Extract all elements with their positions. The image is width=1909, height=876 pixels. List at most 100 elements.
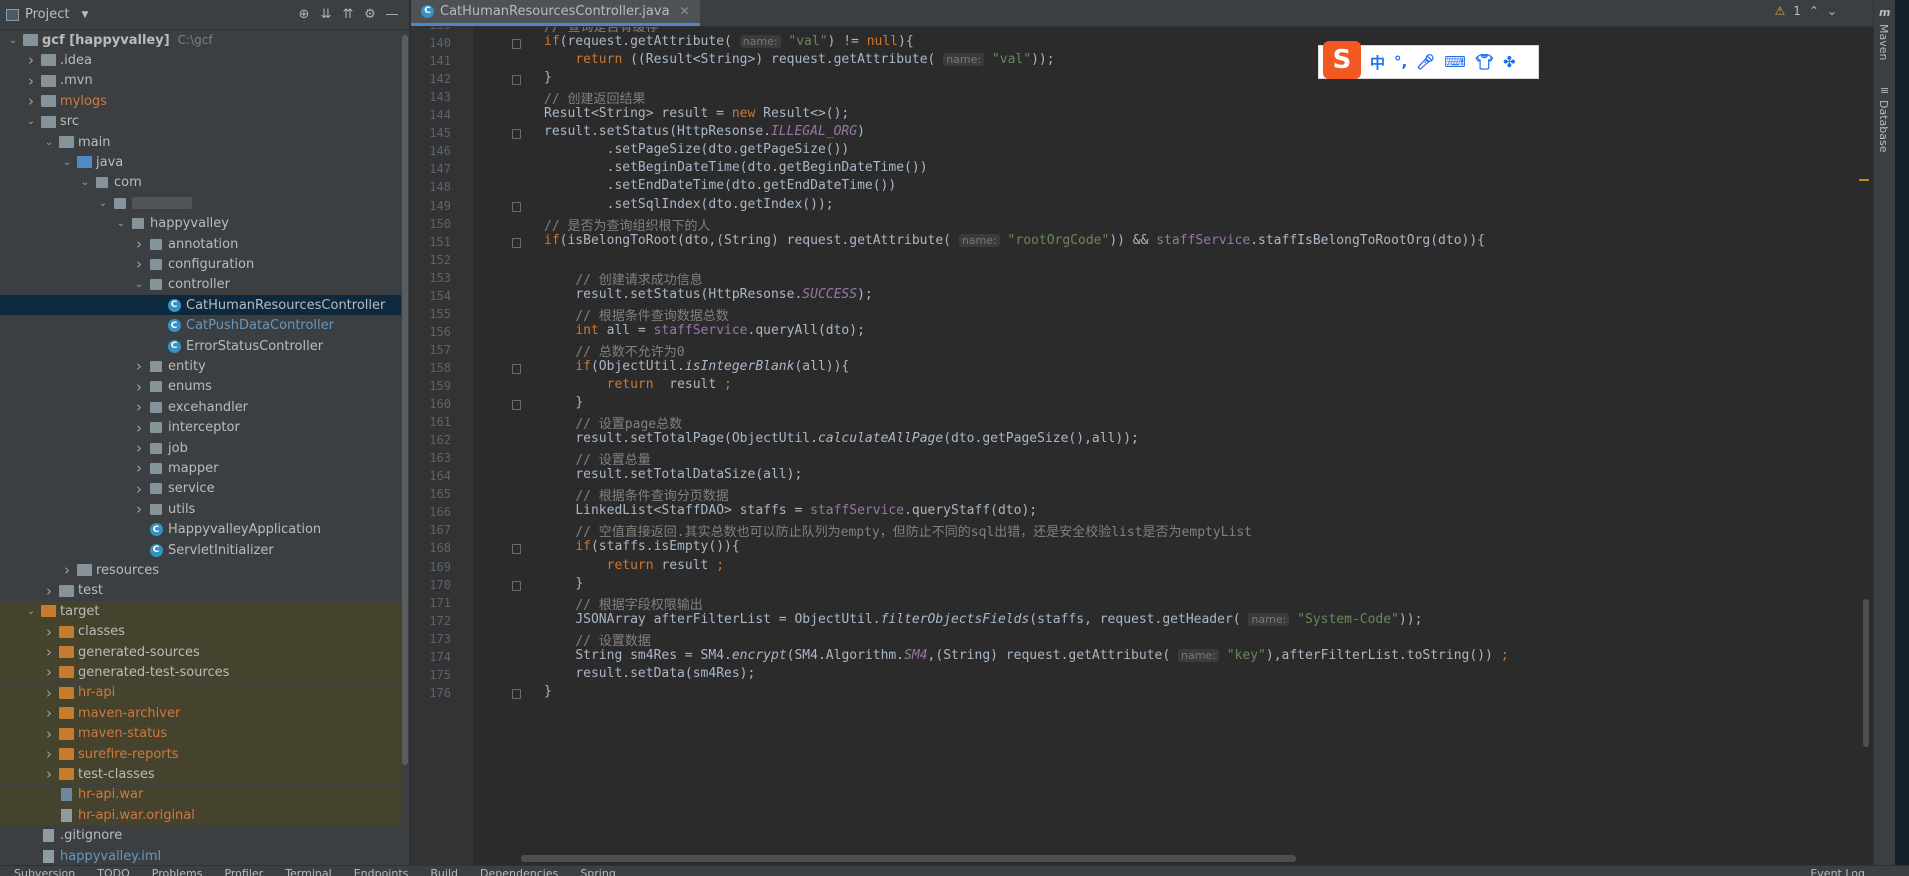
chevron-right-icon[interactable]: › — [132, 378, 146, 396]
tree-item[interactable]: ⌄ controller — [0, 275, 409, 295]
chevron-down-icon[interactable]: ⌄ — [78, 177, 92, 188]
fold-marker-icon[interactable] — [512, 400, 521, 411]
tree-item[interactable]: › mapper — [0, 458, 409, 478]
chevron-down-icon[interactable]: ⌄ — [42, 137, 56, 148]
fold-marker-icon[interactable] — [512, 129, 521, 140]
code-view[interactable]: 139// 查询是否有缓存140if(request.getAttribute(… — [411, 27, 1873, 865]
maven-m-icon[interactable]: m — [1879, 6, 1890, 19]
inspection-widget[interactable]: ⚠ 1 ⌃ ⌄ — [1774, 4, 1837, 18]
chevron-right-icon[interactable]: › — [132, 480, 146, 498]
chevron-down-icon[interactable]: ⌄ — [24, 116, 38, 127]
chevron-down-icon[interactable]: ⌄ — [1827, 4, 1837, 18]
tree-item[interactable]: C ServletInitializer — [0, 540, 409, 560]
tool-window-button[interactable]: Spring — [580, 867, 616, 876]
tree-item[interactable]: › generated-test-sources — [0, 662, 409, 683]
tree-item[interactable]: › enums — [0, 377, 409, 397]
project-view-selector[interactable]: Project ▼ — [6, 7, 88, 22]
tree-item[interactable]: hr-api.war.original — [0, 805, 409, 826]
chevron-right-icon[interactable]: › — [42, 704, 56, 722]
locate-file-icon[interactable]: ⊕ — [293, 4, 315, 26]
tree-item[interactable]: › excehandler — [0, 397, 409, 417]
tree-item[interactable]: › hr-api — [0, 682, 409, 703]
chevron-right-icon[interactable]: › — [42, 745, 56, 763]
chevron-right-icon[interactable]: › — [42, 725, 56, 743]
tool-window-button[interactable]: Problems — [152, 867, 203, 876]
chevron-down-icon[interactable]: ⌄ — [6, 35, 20, 46]
chevron-right-icon[interactable]: › — [132, 235, 146, 253]
fold-marker-icon[interactable] — [512, 688, 521, 699]
tool-window-button[interactable]: Build — [430, 867, 458, 876]
chevron-right-icon[interactable]: › — [24, 92, 38, 110]
tree-item[interactable]: .gitignore — [0, 826, 409, 846]
collapse-all-icon[interactable]: ⇈ — [337, 4, 359, 26]
tree-item[interactable]: › mylogs — [0, 91, 409, 111]
tree-item[interactable]: › .mvn — [0, 71, 409, 91]
chevron-up-icon[interactable]: ⌃ — [1809, 4, 1819, 18]
chevron-right-icon[interactable]: › — [42, 684, 56, 702]
chevron-down-icon[interactable]: ⌄ — [132, 279, 146, 290]
tree-item[interactable]: ⌄ src — [0, 112, 409, 132]
project-tree-scrollbar[interactable] — [401, 30, 409, 835]
fold-marker-icon[interactable] — [512, 75, 521, 86]
fold-marker-icon[interactable] — [512, 39, 521, 50]
tree-item[interactable]: ⌄ — [0, 193, 409, 213]
close-icon[interactable]: ✕ — [680, 4, 690, 18]
tree-item[interactable]: hr-api.war — [0, 784, 409, 805]
tool-window-button[interactable]: Dependencies — [480, 867, 558, 876]
tree-item[interactable]: ⌄ java — [0, 152, 409, 172]
chevron-right-icon[interactable]: › — [42, 643, 56, 661]
tree-item[interactable]: ⌄ gcf [happyvalley] C:\gcf — [0, 30, 409, 50]
tree-item[interactable]: C CatHumanResourcesController — [0, 295, 409, 316]
chevron-right-icon[interactable]: › — [132, 500, 146, 518]
tree-item[interactable]: › service — [0, 479, 409, 499]
warning-stripe-mark[interactable] — [1859, 179, 1869, 181]
maven-tool-button[interactable]: Maven — [1877, 24, 1890, 60]
ime-toolbar[interactable]: S 中 °, 🎤︎ ⌨ 👕︎ ✤ — [1318, 41, 1539, 79]
database-icon[interactable]: ≡ — [1880, 84, 1889, 97]
chevron-right-icon[interactable]: › — [132, 419, 146, 437]
tree-item[interactable]: › resources — [0, 560, 409, 580]
tree-item[interactable]: › annotation — [0, 234, 409, 254]
tree-item[interactable]: C HappyvalleyApplication — [0, 520, 409, 540]
editor-tab-active[interactable]: C CatHumanResourcesController.java ✕ — [411, 0, 700, 26]
ime-logo[interactable]: S — [1323, 41, 1361, 79]
chevron-right-icon[interactable]: › — [60, 561, 74, 579]
tree-item[interactable]: › classes — [0, 621, 409, 642]
chevron-right-icon[interactable]: › — [42, 765, 56, 783]
skin-shirt-icon[interactable]: 👕︎ — [1475, 53, 1494, 71]
toolbox-grid-icon[interactable]: ✤ — [1503, 53, 1516, 71]
tree-item[interactable]: › .idea — [0, 50, 409, 70]
editor-horizontal-scrollbar[interactable] — [521, 855, 1296, 862]
tree-item[interactable]: ⌄ happyvalley — [0, 214, 409, 234]
chevron-right-icon[interactable]: › — [42, 582, 56, 600]
tool-window-button[interactable]: Subversion — [14, 867, 75, 876]
fold-marker-icon[interactable] — [512, 237, 521, 248]
chevron-right-icon[interactable]: › — [132, 357, 146, 375]
expand-all-icon[interactable]: ⇊ — [315, 4, 337, 26]
tree-item[interactable]: › entity — [0, 356, 409, 376]
gear-icon[interactable]: ⚙ — [359, 4, 381, 26]
chevron-right-icon[interactable]: › — [24, 51, 38, 69]
tree-item[interactable]: › test-classes — [0, 764, 409, 785]
hide-panel-icon[interactable]: — — [381, 4, 403, 26]
tree-item[interactable]: › generated-sources — [0, 642, 409, 662]
editor-vertical-scrollbar[interactable] — [1859, 27, 1873, 865]
tree-item[interactable]: › utils — [0, 499, 409, 519]
tree-item[interactable]: › configuration — [0, 254, 409, 274]
event-log-button[interactable]: Event Log — [1810, 867, 1865, 876]
chevron-right-icon[interactable]: › — [42, 663, 56, 681]
tool-window-button[interactable]: TODO — [97, 867, 130, 876]
fold-marker-icon[interactable] — [512, 580, 521, 591]
microphone-icon[interactable]: 🎤︎ — [1416, 53, 1435, 71]
database-tool-button[interactable]: Database — [1877, 100, 1890, 153]
tree-item[interactable]: › surefire-reports — [0, 744, 409, 764]
tree-item[interactable]: C CatPushDataController — [0, 316, 409, 336]
tree-item[interactable]: › test — [0, 581, 409, 601]
chevron-down-icon[interactable]: ⌄ — [114, 218, 128, 229]
chevron-right-icon[interactable]: › — [24, 72, 38, 90]
tree-item[interactable]: happyvalley.iml — [0, 846, 409, 865]
ime-mode-toggle[interactable]: 中 — [1370, 52, 1385, 73]
tree-item[interactable]: › maven-status — [0, 723, 409, 744]
tree-item[interactable]: ⌄ com — [0, 173, 409, 193]
tool-window-button[interactable]: Terminal — [285, 867, 332, 876]
